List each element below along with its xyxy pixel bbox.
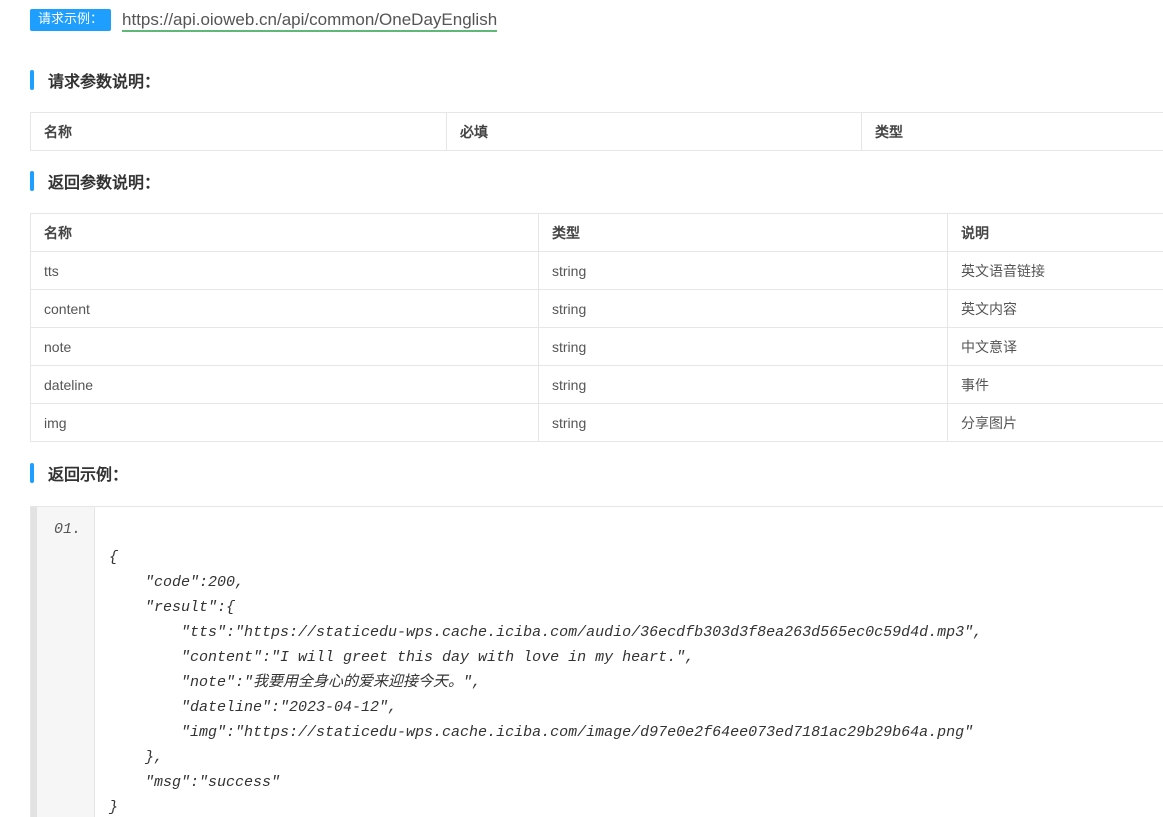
heading-accent-bar [30,171,34,191]
code-line: "note":"我要用全身心的爱来迎接今天。", [109,674,482,691]
request-params-heading: 请求参数说明： [30,69,160,91]
request-example-row: 请求示例： https://api.oioweb.cn/api/common/O… [30,8,498,32]
param-name-cell: dateline [30,365,539,404]
code-line: "code":200, [109,574,245,591]
code-line: "content":"I will greet this day with lo… [109,649,695,666]
code-line: "tts":"https://staticedu-wps.cache.iciba… [109,624,983,641]
response-example-heading: 返回示例： [30,462,128,484]
response-example-title: 返回示例： [48,465,129,484]
table-row: note string 中文意译 [30,327,1163,366]
table-header-row: 名称 必填 类型 [30,112,1163,151]
request-url-link[interactable]: https://api.oioweb.cn/api/common/OneDayE… [122,9,498,32]
code-content[interactable]: { "code":200, "result":{ "tts":"https://… [109,545,982,817]
param-desc-cell: 事件 [947,365,1163,404]
code-line: } [109,799,119,816]
param-desc-cell: 分享图片 [947,403,1163,442]
column-header: 类型 [538,213,948,252]
code-line: "dateline":"2023-04-12", [109,699,398,716]
response-params-heading: 返回参数说明： [30,170,160,192]
table-row: img string 分享图片 [30,403,1163,442]
request-params-table: 名称 必填 类型 [30,112,1163,151]
param-type-cell: string [538,289,948,328]
param-name-cell: note [30,327,539,366]
request-example-badge: 请求示例： [30,9,112,31]
param-type-cell: string [538,327,948,366]
code-line: }, [109,749,164,766]
code-line: { [109,549,119,566]
code-line: "img":"https://staticedu-wps.cache.iciba… [109,724,974,741]
param-name-cell: img [30,403,539,442]
column-header: 类型 [861,112,1163,151]
column-header: 名称 [30,213,539,252]
param-type-cell: string [538,403,948,442]
param-name-cell: content [30,289,539,328]
line-number: 01. [54,521,82,538]
table-header-row: 名称 类型 说明 [30,213,1163,252]
param-name-cell: tts [30,251,539,290]
code-line-gutter: 01. [31,507,95,817]
code-line: "result":{ [109,599,236,616]
request-params-title: 请求参数说明： [48,72,161,91]
code-line: "msg":"success" [109,774,281,791]
table-row: tts string 英文语音链接 [30,251,1163,290]
param-type-cell: string [538,251,948,290]
response-example-code-block[interactable]: 01. { "code":200, "result":{ "tts":"http… [30,506,1163,817]
table-row: content string 英文内容 [30,289,1163,328]
param-desc-cell: 英文语音链接 [947,251,1163,290]
table-row: dateline string 事件 [30,365,1163,404]
response-params-table: 名称 类型 说明 tts string 英文语音链接 content strin… [30,213,1163,442]
column-header: 必填 [446,112,862,151]
response-params-title: 返回参数说明： [48,173,161,192]
column-header: 说明 [947,213,1163,252]
param-type-cell: string [538,365,948,404]
param-desc-cell: 英文内容 [947,289,1163,328]
param-desc-cell: 中文意译 [947,327,1163,366]
heading-accent-bar [30,463,34,483]
heading-accent-bar [30,70,34,90]
api-doc-page: 请求示例： https://api.oioweb.cn/api/common/O… [0,0,1163,817]
column-header: 名称 [30,112,447,151]
